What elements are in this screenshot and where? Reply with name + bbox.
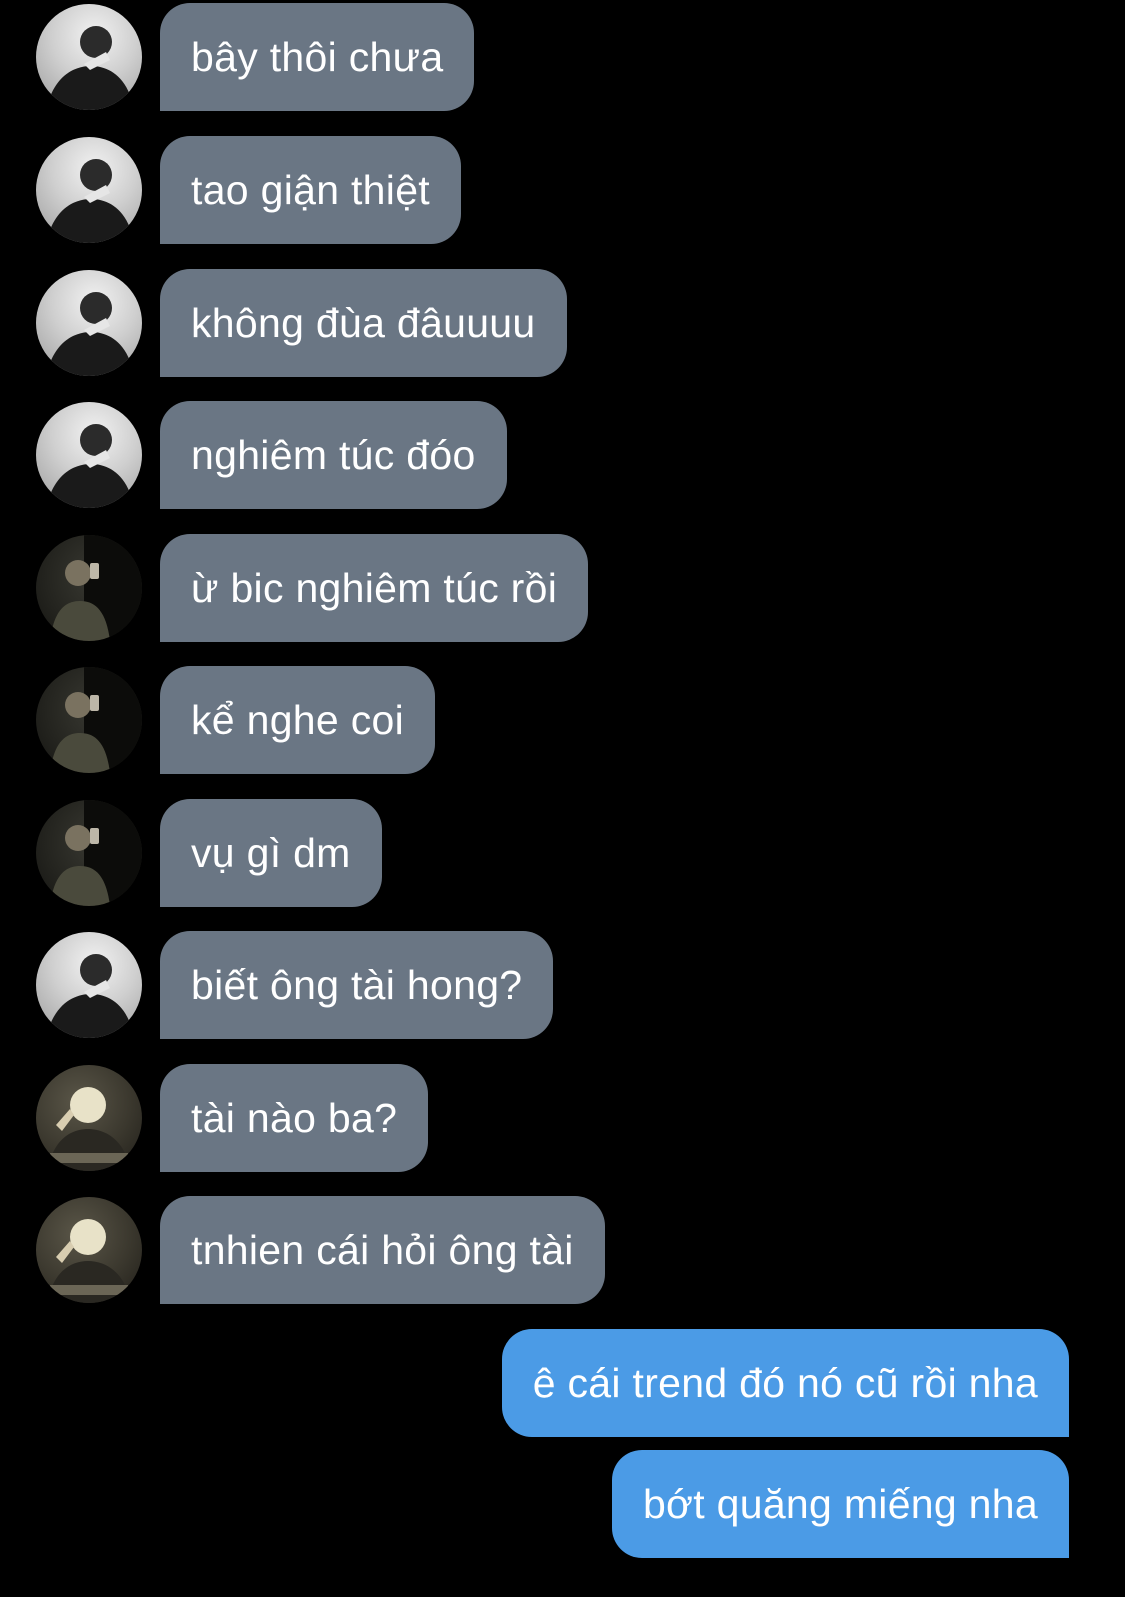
- message-row: nghiêm túc đóo: [0, 401, 1125, 509]
- message-row: ê cái trend đó nó cũ rồi nha: [0, 1329, 1125, 1437]
- chat-thread[interactable]: bây thôi chưa tao giận thiệt không đùa đ…: [0, 0, 1125, 1597]
- incoming-message-bubble[interactable]: kể nghe coi: [160, 666, 436, 774]
- message-row: bớt quăng miếng nha: [0, 1450, 1125, 1558]
- outgoing-message-bubble[interactable]: bớt quăng miếng nha: [611, 1450, 1069, 1558]
- sender-avatar-icon[interactable]: [36, 137, 142, 243]
- sender-avatar-icon[interactable]: [36, 535, 142, 641]
- incoming-message-bubble[interactable]: biết ông tài hong?: [160, 931, 554, 1039]
- incoming-message-bubble[interactable]: tnhien cái hỏi ông tài: [160, 1196, 605, 1304]
- outgoing-message-bubble[interactable]: ê cái trend đó nó cũ rồi nha: [501, 1329, 1069, 1437]
- incoming-message-bubble[interactable]: ừ bic nghiêm túc rồi: [160, 534, 589, 642]
- message-row: không đùa đâuuuu: [0, 269, 1125, 377]
- message-row: tài nào ba?: [0, 1064, 1125, 1172]
- message-row: kể nghe coi: [0, 666, 1125, 774]
- incoming-message-bubble[interactable]: không đùa đâuuuu: [160, 269, 567, 377]
- incoming-message-bubble[interactable]: vụ gì dm: [160, 799, 382, 907]
- sender-avatar-icon[interactable]: [36, 1197, 142, 1303]
- message-row: tao giận thiệt: [0, 136, 1125, 244]
- sender-avatar-icon[interactable]: [36, 270, 142, 376]
- incoming-message-bubble[interactable]: bây thôi chưa: [160, 3, 475, 111]
- incoming-message-bubble[interactable]: tài nào ba?: [160, 1064, 429, 1172]
- message-row: vụ gì dm: [0, 799, 1125, 907]
- sender-avatar-icon[interactable]: [36, 402, 142, 508]
- message-row: ừ bic nghiêm túc rồi: [0, 534, 1125, 642]
- sender-avatar-icon[interactable]: [36, 667, 142, 773]
- message-row: biết ông tài hong?: [0, 931, 1125, 1039]
- incoming-message-bubble[interactable]: tao giận thiệt: [160, 136, 461, 244]
- sender-avatar-icon[interactable]: [36, 4, 142, 110]
- message-row: bây thôi chưa: [0, 3, 1125, 111]
- sender-avatar-icon[interactable]: [36, 1065, 142, 1171]
- incoming-message-bubble[interactable]: nghiêm túc đóo: [160, 401, 507, 509]
- sender-avatar-icon[interactable]: [36, 800, 142, 906]
- message-row: tnhien cái hỏi ông tài: [0, 1196, 1125, 1304]
- sender-avatar-icon[interactable]: [36, 932, 142, 1038]
